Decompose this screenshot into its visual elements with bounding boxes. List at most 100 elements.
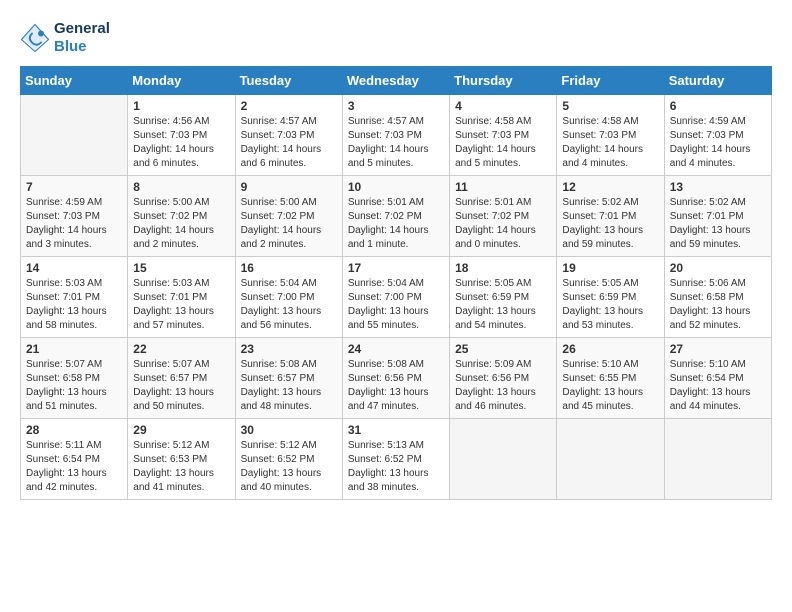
calendar-cell: 18 Sunrise: 5:05 AM Sunset: 6:59 PM Dayli… bbox=[450, 257, 557, 338]
calendar-cell: 16 Sunrise: 5:04 AM Sunset: 7:00 PM Dayli… bbox=[235, 257, 342, 338]
day-number: 5 bbox=[562, 99, 658, 113]
calendar-cell: 5 Sunrise: 4:58 AM Sunset: 7:03 PM Daylig… bbox=[557, 95, 664, 176]
day-number: 6 bbox=[670, 99, 766, 113]
cell-info: Sunrise: 5:01 AM Sunset: 7:02 PM Dayligh… bbox=[348, 196, 444, 252]
col-header-thursday: Thursday bbox=[450, 67, 557, 95]
day-number: 16 bbox=[241, 261, 337, 275]
calendar-week-4: 21Sunrise: 5:07 AM Sunset: 6:58 PM Dayli… bbox=[21, 338, 772, 419]
cell-info: Sunrise: 5:13 AM Sunset: 6:52 PM Dayligh… bbox=[348, 439, 444, 495]
calendar-cell bbox=[450, 419, 557, 500]
calendar-cell: 4 Sunrise: 4:58 AM Sunset: 7:03 PM Daylig… bbox=[450, 95, 557, 176]
calendar-cell: 15 Sunrise: 5:03 AM Sunset: 7:01 PM Dayli… bbox=[128, 257, 235, 338]
calendar-cell: 11 Sunrise: 5:01 AM Sunset: 7:02 PM Dayli… bbox=[450, 176, 557, 257]
day-number: 24 bbox=[348, 342, 444, 356]
cell-info: Sunrise: 5:03 AM Sunset: 7:01 PM Dayligh… bbox=[133, 277, 229, 333]
day-number: 14 bbox=[26, 261, 122, 275]
cell-info: Sunrise: 5:10 AM Sunset: 6:55 PM Dayligh… bbox=[562, 358, 658, 414]
day-number: 31 bbox=[348, 423, 444, 437]
calendar-cell: 2 Sunrise: 4:57 AM Sunset: 7:03 PM Daylig… bbox=[235, 95, 342, 176]
day-number: 1 bbox=[133, 99, 229, 113]
logo: General Blue bbox=[20, 20, 110, 56]
day-number: 19 bbox=[562, 261, 658, 275]
calendar-cell: 28Sunrise: 5:11 AM Sunset: 6:54 PM Dayli… bbox=[21, 419, 128, 500]
cell-info: Sunrise: 5:02 AM Sunset: 7:01 PM Dayligh… bbox=[562, 196, 658, 252]
day-number: 22 bbox=[133, 342, 229, 356]
calendar-cell bbox=[557, 419, 664, 500]
cell-info: Sunrise: 5:09 AM Sunset: 6:56 PM Dayligh… bbox=[455, 358, 551, 414]
cell-info: Sunrise: 5:04 AM Sunset: 7:00 PM Dayligh… bbox=[241, 277, 337, 333]
day-number: 30 bbox=[241, 423, 337, 437]
day-number: 13 bbox=[670, 180, 766, 194]
day-number: 26 bbox=[562, 342, 658, 356]
col-header-tuesday: Tuesday bbox=[235, 67, 342, 95]
day-number: 21 bbox=[26, 342, 122, 356]
cell-info: Sunrise: 5:06 AM Sunset: 6:58 PM Dayligh… bbox=[670, 277, 766, 333]
cell-info: Sunrise: 5:03 AM Sunset: 7:01 PM Dayligh… bbox=[26, 277, 122, 333]
calendar-cell: 9 Sunrise: 5:00 AM Sunset: 7:02 PM Daylig… bbox=[235, 176, 342, 257]
cell-info: Sunrise: 5:08 AM Sunset: 6:57 PM Dayligh… bbox=[241, 358, 337, 414]
cell-info: Sunrise: 5:01 AM Sunset: 7:02 PM Dayligh… bbox=[455, 196, 551, 252]
calendar-cell: 25 Sunrise: 5:09 AM Sunset: 6:56 PM Dayli… bbox=[450, 338, 557, 419]
calendar-cell: 22 Sunrise: 5:07 AM Sunset: 6:57 PM Dayli… bbox=[128, 338, 235, 419]
col-header-friday: Friday bbox=[557, 67, 664, 95]
cell-info: Sunrise: 5:12 AM Sunset: 6:52 PM Dayligh… bbox=[241, 439, 337, 495]
cell-info: Sunrise: 5:00 AM Sunset: 7:02 PM Dayligh… bbox=[133, 196, 229, 252]
calendar-cell: 14 Sunrise: 5:03 AM Sunset: 7:01 PM Dayli… bbox=[21, 257, 128, 338]
day-number: 7 bbox=[26, 180, 122, 194]
day-number: 9 bbox=[241, 180, 337, 194]
day-number: 10 bbox=[348, 180, 444, 194]
day-number: 8 bbox=[133, 180, 229, 194]
calendar-cell: 29Sunrise: 5:12 AM Sunset: 6:53 PM Dayli… bbox=[128, 419, 235, 500]
day-number: 4 bbox=[455, 99, 551, 113]
day-number: 12 bbox=[562, 180, 658, 194]
calendar-cell: 6 Sunrise: 4:59 AM Sunset: 7:03 PM Daylig… bbox=[664, 95, 771, 176]
calendar-cell: 12 Sunrise: 5:02 AM Sunset: 7:01 PM Dayli… bbox=[557, 176, 664, 257]
calendar-cell: 17 Sunrise: 5:04 AM Sunset: 7:00 PM Dayli… bbox=[342, 257, 449, 338]
cell-info: Sunrise: 5:05 AM Sunset: 6:59 PM Dayligh… bbox=[455, 277, 551, 333]
calendar-week-5: 28Sunrise: 5:11 AM Sunset: 6:54 PM Dayli… bbox=[21, 419, 772, 500]
calendar-table: SundayMondayTuesdayWednesdayThursdayFrid… bbox=[20, 66, 772, 500]
calendar-cell: 30 Sunrise: 5:12 AM Sunset: 6:52 PM Dayli… bbox=[235, 419, 342, 500]
cell-info: Sunrise: 5:00 AM Sunset: 7:02 PM Dayligh… bbox=[241, 196, 337, 252]
calendar-cell bbox=[664, 419, 771, 500]
calendar-cell: 24 Sunrise: 5:08 AM Sunset: 6:56 PM Dayli… bbox=[342, 338, 449, 419]
day-number: 15 bbox=[133, 261, 229, 275]
col-header-monday: Monday bbox=[128, 67, 235, 95]
col-header-saturday: Saturday bbox=[664, 67, 771, 95]
day-number: 25 bbox=[455, 342, 551, 356]
cell-info: Sunrise: 4:58 AM Sunset: 7:03 PM Dayligh… bbox=[562, 115, 658, 171]
cell-info: Sunrise: 4:56 AM Sunset: 7:03 PM Dayligh… bbox=[133, 115, 229, 171]
cell-info: Sunrise: 4:58 AM Sunset: 7:03 PM Dayligh… bbox=[455, 115, 551, 171]
cell-info: Sunrise: 5:08 AM Sunset: 6:56 PM Dayligh… bbox=[348, 358, 444, 414]
cell-info: Sunrise: 5:05 AM Sunset: 6:59 PM Dayligh… bbox=[562, 277, 658, 333]
cell-info: Sunrise: 4:57 AM Sunset: 7:03 PM Dayligh… bbox=[348, 115, 444, 171]
calendar-cell: 31 Sunrise: 5:13 AM Sunset: 6:52 PM Dayli… bbox=[342, 419, 449, 500]
day-number: 27 bbox=[670, 342, 766, 356]
cell-info: Sunrise: 5:10 AM Sunset: 6:54 PM Dayligh… bbox=[670, 358, 766, 414]
cell-info: Sunrise: 4:59 AM Sunset: 7:03 PM Dayligh… bbox=[26, 196, 122, 252]
calendar-cell: 8 Sunrise: 5:00 AM Sunset: 7:02 PM Daylig… bbox=[128, 176, 235, 257]
day-number: 3 bbox=[348, 99, 444, 113]
col-header-wednesday: Wednesday bbox=[342, 67, 449, 95]
cell-info: Sunrise: 5:04 AM Sunset: 7:00 PM Dayligh… bbox=[348, 277, 444, 333]
calendar-cell: 26 Sunrise: 5:10 AM Sunset: 6:55 PM Dayli… bbox=[557, 338, 664, 419]
calendar-cell: 3 Sunrise: 4:57 AM Sunset: 7:03 PM Daylig… bbox=[342, 95, 449, 176]
calendar-header-row: SundayMondayTuesdayWednesdayThursdayFrid… bbox=[21, 67, 772, 95]
calendar-cell bbox=[21, 95, 128, 176]
day-number: 2 bbox=[241, 99, 337, 113]
cell-info: Sunrise: 5:07 AM Sunset: 6:57 PM Dayligh… bbox=[133, 358, 229, 414]
day-number: 11 bbox=[455, 180, 551, 194]
calendar-cell: 27 Sunrise: 5:10 AM Sunset: 6:54 PM Dayli… bbox=[664, 338, 771, 419]
calendar-cell: 21Sunrise: 5:07 AM Sunset: 6:58 PM Dayli… bbox=[21, 338, 128, 419]
col-header-sunday: Sunday bbox=[21, 67, 128, 95]
logo-icon bbox=[20, 23, 50, 53]
day-number: 29 bbox=[133, 423, 229, 437]
cell-info: Sunrise: 5:11 AM Sunset: 6:54 PM Dayligh… bbox=[26, 439, 122, 495]
day-number: 18 bbox=[455, 261, 551, 275]
page-header: General Blue bbox=[20, 20, 772, 56]
calendar-cell: 23Sunrise: 5:08 AM Sunset: 6:57 PM Dayli… bbox=[235, 338, 342, 419]
cell-info: Sunrise: 4:57 AM Sunset: 7:03 PM Dayligh… bbox=[241, 115, 337, 171]
day-number: 17 bbox=[348, 261, 444, 275]
cell-info: Sunrise: 4:59 AM Sunset: 7:03 PM Dayligh… bbox=[670, 115, 766, 171]
day-number: 20 bbox=[670, 261, 766, 275]
